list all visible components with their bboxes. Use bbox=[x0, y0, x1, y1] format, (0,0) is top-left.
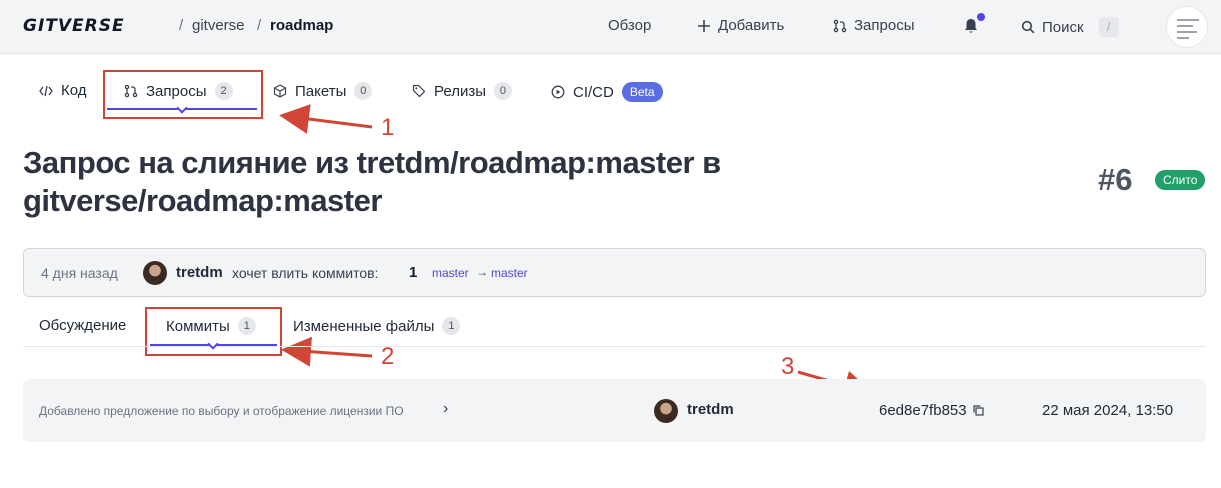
nav-overview[interactable]: Обзор bbox=[608, 17, 651, 34]
annotation-number-1: 1 bbox=[381, 114, 395, 141]
annotation-number-2: 2 bbox=[381, 343, 395, 370]
pr-author[interactable]: tretdm bbox=[176, 264, 223, 281]
status-badge: Слито bbox=[1155, 170, 1206, 190]
tab-discussion[interactable]: Обсуждение bbox=[39, 317, 126, 334]
tab-releases-count: 0 bbox=[493, 82, 512, 100]
commit-sha-text[interactable]: 6ed8e7fb853 bbox=[879, 402, 967, 419]
branch-arrow: → bbox=[476, 265, 488, 279]
chevron-right-icon[interactable]: › bbox=[443, 400, 448, 418]
commit-author-avatar[interactable] bbox=[654, 399, 678, 423]
nav-add-label: Добавить bbox=[718, 17, 785, 34]
annotation-number-3: 3 bbox=[781, 353, 795, 380]
copy-icon[interactable] bbox=[972, 405, 984, 416]
beta-badge: Beta bbox=[621, 82, 663, 102]
play-circle-icon bbox=[551, 85, 565, 99]
nav-add[interactable]: Добавить bbox=[697, 17, 784, 34]
tab-discussion-label: Обсуждение bbox=[39, 317, 127, 334]
search-icon bbox=[1021, 20, 1035, 34]
commit-sha[interactable]: 6ed8e7fb853 bbox=[879, 402, 984, 419]
nav-search-label: Поиск bbox=[1042, 18, 1084, 36]
pr-wants-text: хочет влить коммитов: bbox=[232, 265, 379, 281]
tag-icon bbox=[412, 84, 426, 98]
tab-packages[interactable]: Пакеты 0 bbox=[273, 82, 373, 100]
package-icon bbox=[273, 84, 287, 98]
author-avatar[interactable] bbox=[143, 261, 167, 285]
tab-changed-files[interactable]: Измененные файлы 1 bbox=[293, 317, 461, 335]
pull-request-icon bbox=[833, 19, 847, 32]
commit-message[interactable]: Добавлено предложение по выбору и отобра… bbox=[39, 404, 404, 418]
breadcrumb-owner[interactable]: gitverse bbox=[192, 17, 245, 34]
plus-icon bbox=[698, 19, 710, 32]
tabs-divider bbox=[23, 346, 1206, 347]
breadcrumb-repo[interactable]: roadmap bbox=[270, 17, 333, 34]
nav-overview-label: Обзор bbox=[608, 17, 652, 34]
tab-changed-files-label: Измененные файлы bbox=[293, 317, 435, 335]
tab-packages-count: 0 bbox=[354, 82, 373, 100]
tab-cicd[interactable]: CI/CD Beta bbox=[551, 82, 663, 102]
target-branch[interactable]: master bbox=[491, 266, 528, 280]
nav-requests-label: Запросы bbox=[854, 17, 915, 34]
code-icon bbox=[39, 85, 53, 96]
breadcrumb-separator: / bbox=[257, 17, 262, 34]
bell-icon[interactable] bbox=[963, 17, 979, 35]
tab-releases[interactable]: Релизы 0 bbox=[412, 82, 512, 100]
tab-packages-label: Пакеты bbox=[295, 82, 347, 100]
user-avatar[interactable] bbox=[1166, 6, 1208, 48]
tab-changed-files-count: 1 bbox=[442, 317, 461, 335]
nav-requests[interactable]: Запросы bbox=[833, 17, 915, 34]
tab-cicd-label: CI/CD bbox=[573, 83, 614, 101]
tab-commits-count: 1 bbox=[237, 317, 256, 335]
tab-releases-label: Релизы bbox=[434, 82, 486, 100]
notification-dot bbox=[977, 13, 985, 21]
tab-code-label: Код bbox=[61, 82, 87, 99]
tab-commits-label: Коммиты bbox=[166, 317, 230, 335]
page-title: Запрос на слияние из tretdm/roadmap:mast… bbox=[23, 145, 721, 218]
pr-info-bar: 4 дня назад tretdm хочет влить коммитов:… bbox=[23, 248, 1206, 297]
gitverse-logo[interactable]: GITVERSE bbox=[23, 16, 125, 36]
pr-time-ago: 4 дня назад bbox=[41, 265, 118, 281]
breadcrumb-separator: / bbox=[179, 17, 184, 34]
nav-search[interactable]: Поиск / bbox=[1021, 17, 1119, 37]
commit-author[interactable]: tretdm bbox=[687, 401, 734, 418]
top-bar: GITVERSE / gitverse / roadmap Обзор Доба… bbox=[0, 0, 1221, 54]
source-branch[interactable]: master bbox=[432, 266, 469, 280]
annotation-box-1 bbox=[103, 70, 263, 119]
commit-date: 22 мая 2024, 13:50 bbox=[1042, 402, 1174, 419]
pr-commit-count: 1 bbox=[409, 264, 418, 281]
tab-code[interactable]: Код bbox=[39, 82, 87, 99]
search-shortcut: / bbox=[1098, 17, 1119, 37]
tab-commits[interactable]: Коммиты 1 bbox=[166, 317, 256, 335]
commit-row: Добавлено предложение по выбору и отобра… bbox=[23, 379, 1206, 442]
pr-number: #6 bbox=[1098, 162, 1133, 197]
